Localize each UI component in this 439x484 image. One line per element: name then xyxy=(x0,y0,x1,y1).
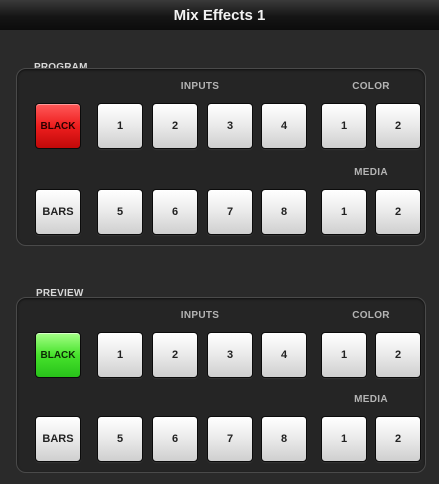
window-title: Mix Effects 1 xyxy=(0,0,439,31)
preview-black-button[interactable]: BLACK xyxy=(35,332,81,378)
program-black-label: BLACK xyxy=(40,120,76,132)
preview-media-1-button[interactable]: 1 xyxy=(321,416,367,462)
program-input-1-button[interactable]: 1 xyxy=(97,103,143,149)
program-input-3-button[interactable]: 3 xyxy=(207,103,253,149)
preview-media-2-button[interactable]: 2 xyxy=(375,416,421,462)
program-input-8-button[interactable]: 8 xyxy=(261,189,307,235)
preview-input-1-button[interactable]: 1 xyxy=(97,332,143,378)
program-input-4-button[interactable]: 4 xyxy=(261,103,307,149)
preview-input-3-button[interactable]: 3 xyxy=(207,332,253,378)
preview-black-label: BLACK xyxy=(40,349,76,361)
program-input-7-button[interactable]: 7 xyxy=(207,189,253,235)
program-color-1-button[interactable]: 1 xyxy=(321,103,367,149)
preview-input-2-button[interactable]: 2 xyxy=(152,332,198,378)
program-media-label: MEDIA xyxy=(354,167,388,178)
program-media-2-button[interactable]: 2 xyxy=(375,189,421,235)
program-input-5-button[interactable]: 5 xyxy=(97,189,143,235)
preview-input-7-button[interactable]: 7 xyxy=(207,416,253,462)
preview-input-4-button[interactable]: 4 xyxy=(261,332,307,378)
program-input-6-button[interactable]: 6 xyxy=(152,189,198,235)
program-input-2-button[interactable]: 2 xyxy=(152,103,198,149)
program-color-label: COLOR xyxy=(352,81,390,92)
program-media-1-button[interactable]: 1 xyxy=(321,189,367,235)
preview-bars-button[interactable]: BARS xyxy=(35,416,81,462)
preview-inputs-label: INPUTS xyxy=(180,310,220,321)
preview-color-label: COLOR xyxy=(352,310,390,321)
preview-color-1-button[interactable]: 1 xyxy=(321,332,367,378)
program-inputs-label: INPUTS xyxy=(180,81,220,92)
preview-color-2-button[interactable]: 2 xyxy=(375,332,421,378)
program-color-2-button[interactable]: 2 xyxy=(375,103,421,149)
preview-input-8-button[interactable]: 8 xyxy=(261,416,307,462)
preview-input-5-button[interactable]: 5 xyxy=(97,416,143,462)
preview-input-6-button[interactable]: 6 xyxy=(152,416,198,462)
preview-media-label: MEDIA xyxy=(354,394,388,405)
program-panel: INPUTS COLOR MEDIA BLACK 1 2 3 4 1 2 BAR… xyxy=(16,68,426,246)
preview-panel: INPUTS COLOR MEDIA BLACK 1 2 3 4 1 2 BAR… xyxy=(16,297,426,473)
program-bars-button[interactable]: BARS xyxy=(35,189,81,235)
mix-effects-content: PROGRAM INPUTS COLOR MEDIA BLACK 1 2 3 4… xyxy=(0,30,439,484)
program-black-button[interactable]: BLACK xyxy=(35,103,81,149)
